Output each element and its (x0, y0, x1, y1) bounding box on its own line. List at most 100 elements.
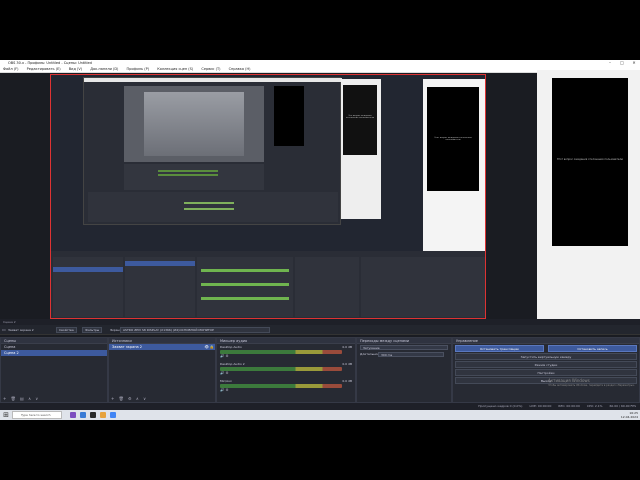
preview-canvas[interactable]: Это вопрос ожидания отклонения пользоват… (50, 74, 486, 319)
menu-file[interactable]: Файл (F) (3, 67, 19, 71)
obs-window: OBS 30.x - Профиль: Untitled - Сцены: Un… (0, 60, 640, 420)
windows-taskbar: ⊞ Type here to search 16:25 12.04.2024 (0, 410, 640, 420)
status-bar: Пропущено кадров 0 (0.0%) LIVE: 00:00:00… (0, 403, 640, 410)
filters-button[interactable]: Фильтры (82, 327, 103, 333)
windows-activation-watermark: Активация Windows Чтобы активировать Win… (548, 378, 635, 388)
nested-meter-2 (158, 174, 218, 176)
transition-type-row: Затухание (357, 344, 451, 351)
scene-item-selected[interactable]: Сцена 2 (1, 350, 107, 356)
gear-icon[interactable]: ⚙ (225, 388, 228, 392)
nested-dock-row (88, 192, 338, 222)
clock-date: 12.04.2024 (620, 415, 638, 419)
nested-mixer-meter-2 (201, 283, 289, 286)
mixer-dock-title: Микшер аудио (217, 338, 355, 344)
move-down-icon[interactable]: ∨ (35, 396, 38, 401)
nested-selected-scene (53, 267, 123, 272)
obs-taskbar-icon[interactable] (90, 412, 96, 418)
menu-docks[interactable]: Док-панели (D) (90, 67, 118, 71)
app-icon[interactable] (70, 412, 76, 418)
search-placeholder: Type here to search (21, 413, 51, 417)
mixer-channel: Desktop Audio 0.0 dB 🔊 ⚙ (220, 345, 352, 361)
properties-button[interactable]: Свойства (56, 327, 77, 333)
corridor-image (144, 92, 244, 156)
browser-overlay-text: Этот вопрос ожидания отклонения пользова… (556, 158, 624, 161)
speaker-icon[interactable]: 🔊 (220, 371, 224, 375)
source-item[interactable]: Захват экрана 2 👁 🔒 (109, 344, 215, 350)
channel-controls: 🔊 ⚙ (220, 371, 352, 375)
activation-subtitle: Чтобы активировать Windows, перейдите в … (548, 384, 636, 387)
visibility-icon[interactable]: 👁 (205, 344, 209, 350)
channel-db: 0.0 dB (342, 345, 352, 349)
record-button[interactable]: Остановить запись (548, 345, 637, 352)
scene-filters-icon[interactable]: ▤ (20, 396, 24, 401)
nested-mixer-meter-1 (201, 269, 289, 272)
speaker-icon[interactable]: 🔊 (220, 388, 224, 392)
move-down-icon[interactable]: ∨ (143, 396, 146, 401)
menu-profile[interactable]: Профиль (P) (127, 67, 150, 71)
scenes-toolbar: + 🗑 ▤ ∧ ∨ (3, 396, 41, 401)
taskbar-clock[interactable]: 16:25 12.04.2024 (621, 411, 638, 419)
studio-mode-button[interactable]: Режим студии (455, 361, 637, 368)
fps-readout: 60.00 / 60.00 FPS (609, 404, 637, 408)
nested-sources-dock (125, 257, 195, 317)
gear-icon[interactable]: ⚙ (225, 354, 228, 358)
current-scene-label: Сцена 2 (3, 320, 16, 324)
nested-mixer-dock (197, 257, 293, 317)
channel-name: Desktop Audio 2 (220, 362, 245, 366)
window-title: OBS 30.x - Профиль: Untitled - Сцены: Un… (8, 61, 92, 65)
channel-db: 0.0 dB (342, 379, 352, 383)
channel-name: Desktop Audio (220, 345, 242, 349)
nested-browser-2: Этот вопрос ожидания отклонения пользова… (423, 79, 485, 253)
virtual-camera-button[interactable]: Запустить виртуальную камеру (455, 353, 637, 360)
taskbar-search[interactable]: Type here to search (12, 411, 62, 419)
move-up-icon[interactable]: ∧ (136, 396, 139, 401)
add-scene-icon[interactable]: + (3, 396, 6, 401)
cpu-usage: CPU: 2.1% (586, 404, 603, 408)
nested-browser-2-black: Этот вопрос ожидания отклонения пользова… (427, 87, 479, 191)
menu-view[interactable]: Вид (V) (69, 67, 82, 71)
duration-input[interactable]: 300 ms (378, 352, 444, 357)
nested-meter-3 (184, 202, 234, 204)
browser-icon[interactable] (110, 412, 116, 418)
nested-scenes-dock (53, 257, 123, 317)
channel-controls: 🔊 ⚙ (220, 354, 352, 358)
source-settings-icon[interactable]: ⚙ (128, 396, 132, 401)
nested-docks (124, 164, 264, 190)
menu-tools[interactable]: Сервис (T) (201, 67, 220, 71)
folder-icon[interactable] (100, 412, 106, 418)
nested-bottom-docks (51, 251, 485, 318)
lock-icon[interactable]: 🔒 (210, 344, 214, 350)
speaker-icon[interactable]: 🔊 (220, 354, 224, 358)
transitions-dock: Переходы между сценами Затухание Длитель… (356, 337, 452, 403)
move-up-icon[interactable]: ∧ (28, 396, 31, 401)
monitor-icon: ▭ (2, 327, 6, 332)
dropped-frames: Пропущено кадров 0 (0.0%) (478, 404, 523, 408)
scenes-dock: Сцены Сцена Сцена 2 + 🗑 ▤ ∧ ∨ (0, 337, 108, 403)
mixer-dock: Микшер аудио Desktop Audio 0.0 dB 🔊 ⚙ De… (216, 337, 356, 403)
menu-scene-collection[interactable]: Коллекция сцен (S) (157, 67, 193, 71)
gear-icon[interactable]: ⚙ (225, 371, 228, 375)
remove-scene-icon[interactable]: 🗑 (11, 396, 16, 401)
windows-start-icon[interactable]: ⊞ (2, 411, 10, 419)
screen-select[interactable]: ASTRO ZPIV S8 DISPLAY (X1366) (И2)ОСНОВН… (120, 327, 270, 333)
stream-button[interactable]: Остановить трансляцию (455, 345, 544, 352)
sources-dock: Источники Захват экрана 2 👁 🔒 + 🗑 ⚙ ∧ ∨ (108, 337, 216, 403)
duration-row: Длительность 300 ms (357, 351, 451, 358)
app-icon[interactable] (80, 412, 86, 418)
settings-button[interactable]: Настройки (455, 369, 637, 376)
nested-black-panel (274, 86, 304, 146)
add-source-icon[interactable]: + (111, 396, 114, 401)
stream-record-row: Остановить трансляцию Остановить запись (453, 344, 639, 352)
nested-overlay-text: Это вопрос ожидания отклонения пользоват… (345, 115, 375, 119)
nested-browser-black: Это вопрос ожидания отклонения пользоват… (343, 85, 377, 155)
menu-edit[interactable]: Редактировать (E) (27, 67, 61, 71)
mixer-channel: Mic/Aux 0.0 dB 🔊 ⚙ (220, 379, 352, 395)
nested-selected-source (125, 261, 195, 266)
menu-help[interactable]: Справка (H) (229, 67, 251, 71)
transition-select[interactable]: Затухание (360, 345, 448, 350)
rec-time: REC: 00:00:00 (558, 404, 580, 408)
remove-source-icon[interactable]: 🗑 (119, 396, 124, 401)
source-name: Захват экрана 2 (8, 328, 34, 332)
screen-label: Экран (110, 328, 120, 332)
mixer-channel: Desktop Audio 2 0.0 dB 🔊 ⚙ (220, 362, 352, 378)
